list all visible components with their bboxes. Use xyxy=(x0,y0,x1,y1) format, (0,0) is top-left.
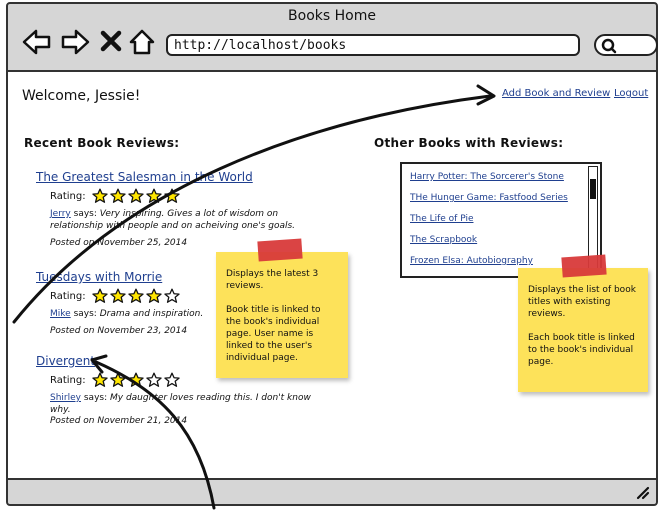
add-book-review-link[interactable]: Add Book and Review xyxy=(502,88,610,99)
tape-decoration xyxy=(561,254,607,278)
book-list-item[interactable]: Harry Potter: The Sorcerer's Stone xyxy=(410,172,600,185)
rating-label: Rating: xyxy=(50,190,86,202)
tape-decoration xyxy=(257,238,303,262)
star-filled-icon xyxy=(91,372,108,387)
book-list-item[interactable]: The Life of Pie xyxy=(410,214,600,227)
browser-titlebar: Books Home http://localhost/books xyxy=(6,2,658,72)
recent-reviews-heading: Recent Book Reviews: xyxy=(24,136,180,150)
search-input[interactable] xyxy=(594,34,658,56)
note-text: Book title is linked to the book's indiv… xyxy=(226,305,321,363)
window-title: Books Home xyxy=(288,8,376,24)
rating-label: Rating: xyxy=(50,290,86,302)
browser-statusbar xyxy=(6,478,658,506)
star-filled-icon xyxy=(163,188,180,203)
star-filled-icon xyxy=(109,372,126,387)
url-input[interactable]: http://localhost/books xyxy=(166,34,580,56)
rating-label: Rating: xyxy=(50,374,86,386)
rating-stars xyxy=(91,288,182,304)
star-filled-icon xyxy=(145,188,162,203)
review-comment: Jerry says: Very inspiring. Gives a lot … xyxy=(50,208,316,232)
search-icon xyxy=(601,38,617,54)
rating-row: Rating: xyxy=(50,188,316,204)
star-empty-icon xyxy=(163,288,180,303)
note-text: Displays the list of book titles with ex… xyxy=(528,285,636,319)
forward-icon[interactable] xyxy=(60,28,90,56)
book-title-link[interactable]: The Greatest Salesman in the World xyxy=(36,170,316,184)
annotation-note-books: Displays the list of book titles with ex… xyxy=(518,268,648,392)
star-filled-icon xyxy=(127,372,144,387)
review-item: The Greatest Salesman in the World Ratin… xyxy=(36,170,316,248)
book-list-item[interactable]: THe Hunger Game: Fastfood Series xyxy=(410,193,600,206)
star-filled-icon xyxy=(91,288,108,303)
review-comment: Shirley says: My daughter loves reading … xyxy=(50,392,316,416)
star-empty-icon xyxy=(163,372,180,387)
browser-window: Books Home http://localhost/books Welcom… xyxy=(0,0,661,510)
star-empty-icon xyxy=(145,372,162,387)
star-filled-icon xyxy=(145,288,162,303)
star-filled-icon xyxy=(127,288,144,303)
book-list-item[interactable]: The Scrapbook xyxy=(410,235,600,248)
rating-stars xyxy=(91,372,182,388)
scrollbar-thumb[interactable] xyxy=(590,179,596,199)
reviewer-link[interactable]: Shirley xyxy=(50,393,81,403)
posted-date: Posted on November 21, 2014 xyxy=(50,416,188,426)
rating-stars xyxy=(91,188,182,204)
says-label: says: xyxy=(73,209,97,219)
star-filled-icon xyxy=(91,188,108,203)
page-content: Welcome, Jessie! Add Book and Review Log… xyxy=(6,72,658,478)
says-label: says: xyxy=(83,393,108,403)
home-icon[interactable] xyxy=(128,28,156,56)
note-text: Displays the latest 3 reviews. xyxy=(226,269,319,291)
logout-link[interactable]: Logout xyxy=(614,88,648,99)
welcome-text: Welcome, Jessie! xyxy=(22,88,141,104)
star-filled-icon xyxy=(109,188,126,203)
says-label: says: xyxy=(73,309,97,319)
reviewer-link[interactable]: Mike xyxy=(50,309,71,319)
star-filled-icon xyxy=(109,288,126,303)
stop-icon[interactable] xyxy=(100,28,122,56)
star-filled-icon xyxy=(127,188,144,203)
annotation-note-reviews: Displays the latest 3 reviews. Book titl… xyxy=(216,252,348,378)
resize-grip-icon[interactable] xyxy=(634,484,650,500)
comment-text: Drama and inspiration. xyxy=(99,309,204,319)
reviewer-link[interactable]: Jerry xyxy=(50,209,71,219)
other-books-heading: Other Books with Reviews: xyxy=(374,136,564,150)
back-icon[interactable] xyxy=(22,28,52,56)
note-text: Each book title is linked to the book's … xyxy=(528,333,635,367)
